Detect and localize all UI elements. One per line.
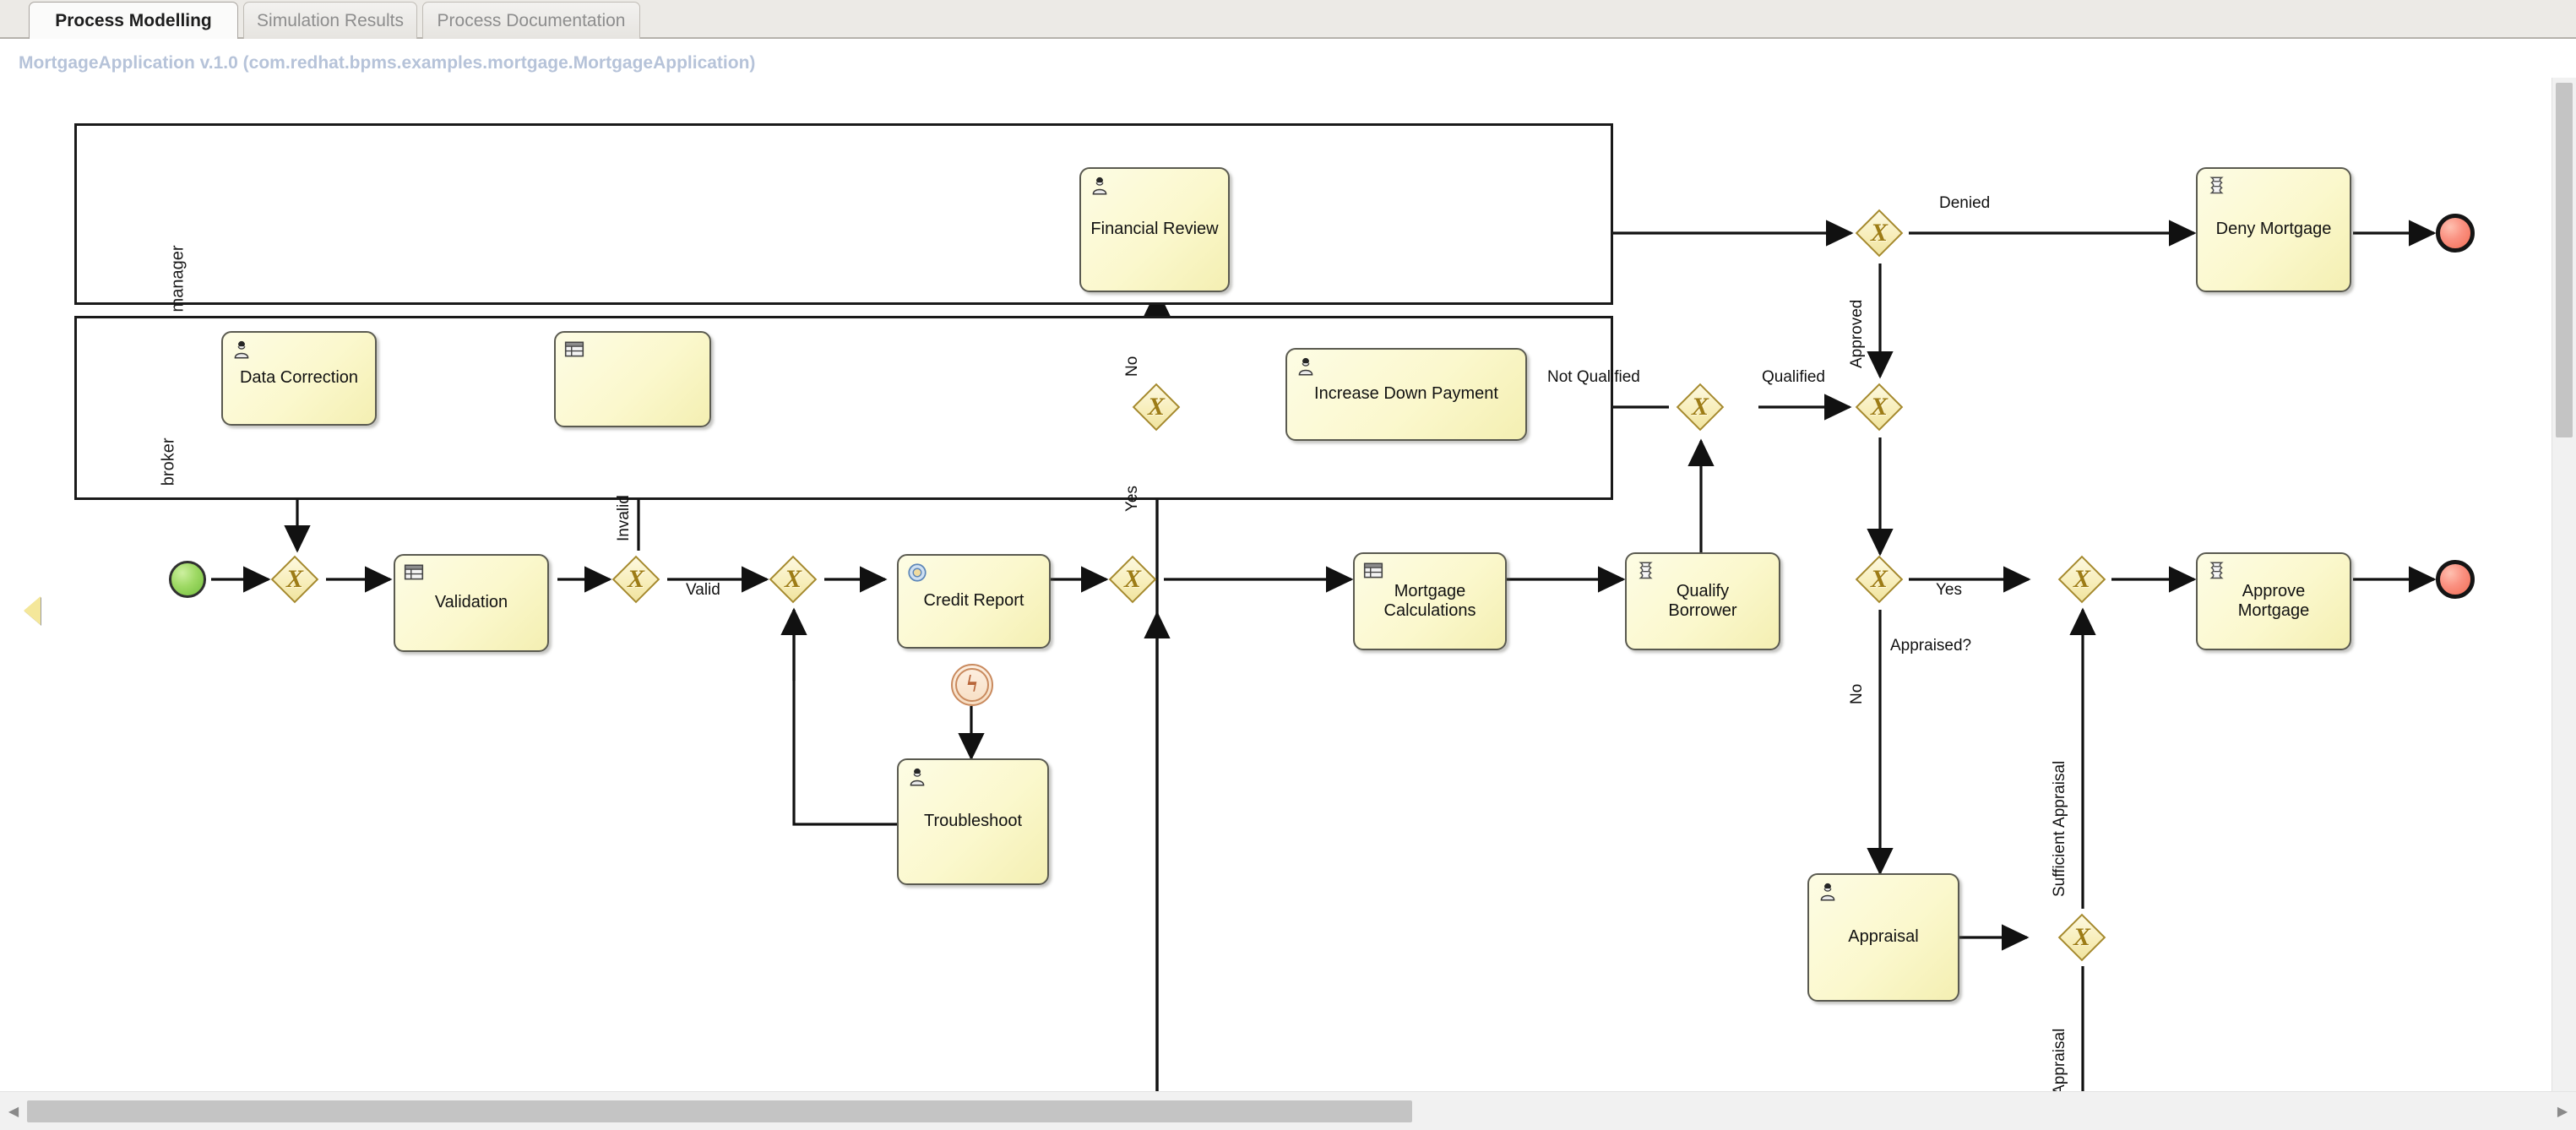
exclusive-gateway-x-icon: X bbox=[1870, 565, 1888, 593]
exclusive-gateway-x-icon: X bbox=[627, 565, 644, 593]
flow-label-approved: Approved bbox=[1848, 299, 1866, 368]
end-event-denied[interactable] bbox=[2436, 214, 2475, 253]
flow-label-no-appraised: No bbox=[1848, 683, 1866, 704]
flow-label-yes-appraised: Yes bbox=[1936, 581, 1962, 599]
service-task-icon bbox=[908, 563, 927, 582]
end-event-approved[interactable] bbox=[2436, 560, 2475, 599]
gateway-appraisal-result[interactable]: X bbox=[2057, 913, 2106, 962]
task-approve-mortgage[interactable]: Approve Mortgage bbox=[2196, 552, 2351, 650]
user-task-icon bbox=[234, 340, 249, 359]
diagram-canvas[interactable]: MortgageApplication v.1.0 (com.redhat.bp… bbox=[0, 39, 2576, 1091]
task-label: Financial Review bbox=[1090, 220, 1219, 239]
business-rule-task-icon bbox=[564, 341, 584, 357]
flow-label-sufficient-appraisal: Sufficient Appraisal bbox=[2051, 760, 2068, 897]
exclusive-gateway-x-icon: X bbox=[1870, 219, 1888, 247]
gateway-merge-approved[interactable]: X bbox=[1855, 383, 1904, 432]
task-credit-report[interactable]: Credit Report bbox=[897, 554, 1051, 649]
flow-label-low-appraisal: Low Appraisal bbox=[2051, 1028, 2068, 1091]
bpmn-designer-window: Process Modelling Simulation Results Pro… bbox=[0, 0, 2576, 1130]
task-label: Credit Report bbox=[923, 591, 1024, 611]
horizontal-scrollbar[interactable]: ◀ ▶ bbox=[0, 1091, 2576, 1130]
tab-process-modelling[interactable]: Process Modelling bbox=[29, 2, 238, 39]
script-task-icon bbox=[1639, 562, 1653, 579]
flow-label-appraised-question: Appraised? bbox=[1890, 637, 1972, 655]
gateway-qualified[interactable]: X bbox=[1676, 383, 1725, 432]
exclusive-gateway-x-icon: X bbox=[1147, 393, 1165, 421]
tab-label: Process Documentation bbox=[437, 10, 626, 30]
task-label: Data Correction bbox=[239, 368, 359, 388]
business-rule-task-icon bbox=[404, 564, 424, 580]
start-event[interactable] bbox=[169, 561, 206, 598]
tab-bar: Process Modelling Simulation Results Pro… bbox=[0, 0, 2576, 39]
user-task-icon bbox=[910, 768, 925, 786]
scroll-left-arrow-icon[interactable]: ◀ bbox=[2, 1092, 25, 1130]
exclusive-gateway-x-icon: X bbox=[285, 565, 303, 593]
script-task-icon bbox=[2209, 177, 2224, 194]
gateway-valid[interactable]: X bbox=[611, 555, 660, 604]
task-label: Approve Mortgage bbox=[2237, 581, 2310, 620]
task-qualify-borrower[interactable]: Qualify Borrower bbox=[1625, 552, 1780, 650]
user-task-icon bbox=[1298, 357, 1313, 376]
business-rule-task-icon bbox=[1363, 562, 1383, 579]
gateway-appraised[interactable]: X bbox=[1855, 555, 1904, 604]
exclusive-gateway-x-icon: X bbox=[1123, 565, 1141, 593]
tab-label: Process Modelling bbox=[55, 10, 212, 30]
task-label: Qualify Borrower bbox=[1668, 581, 1737, 620]
gateway-join-start[interactable]: X bbox=[270, 555, 319, 604]
error-bolt-icon: ϟ bbox=[966, 671, 978, 698]
task-troubleshoot[interactable]: Troubleshoot bbox=[897, 758, 1049, 885]
task-appraisal[interactable]: Appraisal bbox=[1807, 873, 1959, 1002]
user-task-icon bbox=[1820, 883, 1835, 901]
horizontal-scrollbar-thumb[interactable] bbox=[27, 1100, 1412, 1122]
flow-label-no-review: No bbox=[1123, 356, 1141, 377]
flow-label-invalid: Invalid bbox=[615, 495, 633, 541]
task-label: Troubleshoot bbox=[924, 812, 1022, 831]
vertical-scrollbar[interactable] bbox=[2552, 78, 2576, 1091]
task-financial-review[interactable]: Financial Review bbox=[1079, 167, 1230, 292]
lane-label-manager: manager bbox=[168, 245, 187, 312]
gateway-decision[interactable]: X bbox=[1855, 209, 1904, 258]
task-deny-mortgage[interactable]: Deny Mortgage bbox=[2196, 167, 2351, 292]
tab-simulation-results[interactable]: Simulation Results bbox=[243, 2, 417, 39]
tab-label: Simulation Results bbox=[257, 10, 404, 30]
task-validation[interactable]: Validation bbox=[394, 554, 549, 652]
script-task-icon bbox=[2209, 562, 2224, 579]
exclusive-gateway-x-icon: X bbox=[1870, 393, 1888, 421]
task-label: Increase Down Payment bbox=[1314, 384, 1498, 404]
task-data-correction[interactable]: Data Correction bbox=[221, 331, 377, 426]
flow-label-not-qualified: Not Qualified bbox=[1547, 368, 1640, 386]
gateway-after-credit-report[interactable]: X bbox=[1108, 555, 1157, 604]
gateway-merge-approve[interactable]: X bbox=[2057, 555, 2106, 604]
task-label: Mortgage Calculations bbox=[1383, 581, 1476, 620]
flow-label-qualified: Qualified bbox=[1762, 368, 1825, 386]
lane-manager: manager bbox=[74, 123, 1613, 312]
flow-label-yes-review: Yes bbox=[1123, 486, 1141, 512]
exclusive-gateway-x-icon: X bbox=[2073, 565, 2090, 593]
boundary-error-event-credit-report[interactable]: ϟ bbox=[951, 664, 993, 706]
tab-process-documentation[interactable]: Process Documentation bbox=[422, 2, 640, 39]
bpmn-diagram: manager broker Data Correction Validatio… bbox=[0, 39, 2576, 1091]
task-label: Deny Mortgage bbox=[2215, 220, 2332, 239]
task-reset-validation[interactable] bbox=[554, 331, 711, 427]
flow-label-denied: Denied bbox=[1939, 194, 1991, 212]
flow-label-valid: Valid bbox=[686, 581, 720, 599]
task-label: Appraisal bbox=[1848, 927, 1919, 947]
scroll-right-arrow-icon[interactable]: ▶ bbox=[2551, 1092, 2574, 1130]
task-label: Validation bbox=[434, 593, 508, 612]
exclusive-gateway-x-icon: X bbox=[1691, 393, 1709, 421]
gateway-join-troubleshoot[interactable]: X bbox=[769, 555, 818, 604]
exclusive-gateway-x-icon: X bbox=[784, 565, 802, 593]
task-mortgage-calculations[interactable]: Mortgage Calculations bbox=[1353, 552, 1507, 650]
exclusive-gateway-x-icon: X bbox=[2073, 923, 2090, 951]
vertical-scrollbar-thumb[interactable] bbox=[2556, 83, 2573, 437]
task-increase-down-payment[interactable]: Increase Down Payment bbox=[1285, 348, 1527, 441]
user-task-icon bbox=[1092, 177, 1107, 195]
gateway-review-loop[interactable]: X bbox=[1132, 383, 1181, 432]
lane-label-broker: broker bbox=[159, 437, 178, 486]
